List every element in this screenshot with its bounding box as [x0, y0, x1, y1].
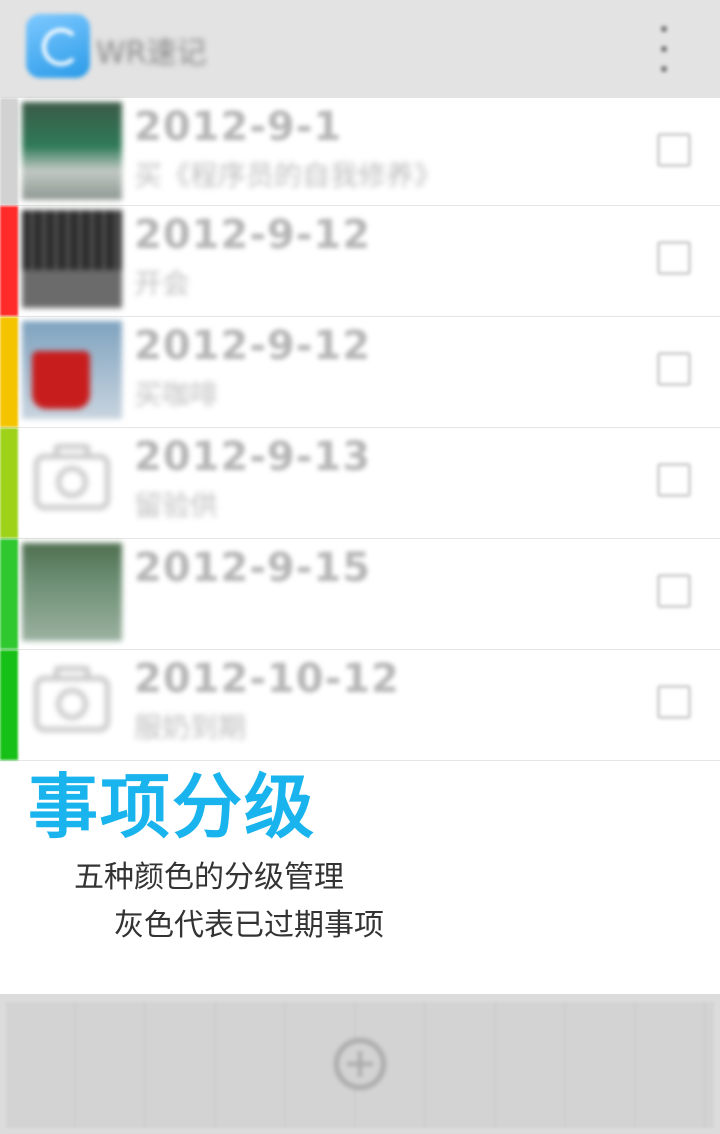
- item-thumbnail[interactable]: [22, 102, 122, 200]
- item-note: 买咖啡: [134, 378, 219, 411]
- item-checkbox[interactable]: [657, 685, 691, 719]
- item-date: 2012-9-15: [134, 545, 372, 591]
- item-checkbox[interactable]: [657, 463, 691, 497]
- item-thumbnail[interactable]: [22, 543, 122, 641]
- item-thumbnail[interactable]: [22, 210, 122, 308]
- app-bar: WR速记: [0, 0, 720, 99]
- item-thumbnail[interactable]: [22, 321, 122, 419]
- item-date: 2012-9-12: [134, 212, 372, 258]
- list-item[interactable]: 2012-9-13 留验供: [0, 428, 720, 539]
- list-item[interactable]: 2012-10-12 服奶到期: [0, 650, 720, 761]
- list-item[interactable]: 2012-9-1 买《程序员的自我修养》: [0, 98, 720, 206]
- priority-bar: [0, 206, 18, 316]
- feature-title: 事项分级: [28, 766, 316, 848]
- priority-bar: [0, 317, 18, 427]
- cam-lens-shape: [56, 688, 88, 720]
- priority-bar: [0, 98, 18, 205]
- feature-description-line2: 灰色代表已过期事项: [114, 908, 384, 943]
- item-note: 买《程序员的自我修养》: [134, 159, 443, 192]
- item-date: 2012-9-12: [134, 323, 372, 369]
- feature-description-line1: 五种颜色的分级管理: [74, 860, 344, 895]
- app-logo-icon: [26, 14, 90, 78]
- camera-icon[interactable]: [22, 654, 122, 752]
- list-item[interactable]: 2012-9-15: [0, 539, 720, 650]
- priority-bar: [0, 650, 18, 760]
- item-checkbox[interactable]: [657, 133, 691, 167]
- priority-bar: [0, 428, 18, 538]
- item-note: 服奶到期: [134, 711, 247, 744]
- camera-icon[interactable]: [22, 432, 122, 530]
- item-date: 2012-9-1: [134, 104, 343, 150]
- overflow-menu-icon[interactable]: [652, 26, 676, 72]
- add-circle-icon[interactable]: [334, 1038, 386, 1090]
- item-checkbox[interactable]: [657, 574, 691, 608]
- item-checkbox[interactable]: [657, 352, 691, 386]
- list-item[interactable]: 2012-9-12 开会: [0, 206, 720, 317]
- priority-bar: [0, 539, 18, 649]
- item-note: 留验供: [134, 489, 219, 522]
- item-checkbox[interactable]: [657, 241, 691, 275]
- app-title: WR速记: [96, 36, 207, 71]
- list-item[interactable]: 2012-9-12 买咖啡: [0, 317, 720, 428]
- item-note: 开会: [134, 267, 191, 300]
- cam-lens-shape: [56, 466, 88, 498]
- item-date: 2012-9-13: [134, 434, 372, 480]
- item-list: 2012-9-1 买《程序员的自我修养》 2012-9-12 开会 2012-9…: [0, 98, 720, 761]
- item-date: 2012-10-12: [134, 656, 400, 702]
